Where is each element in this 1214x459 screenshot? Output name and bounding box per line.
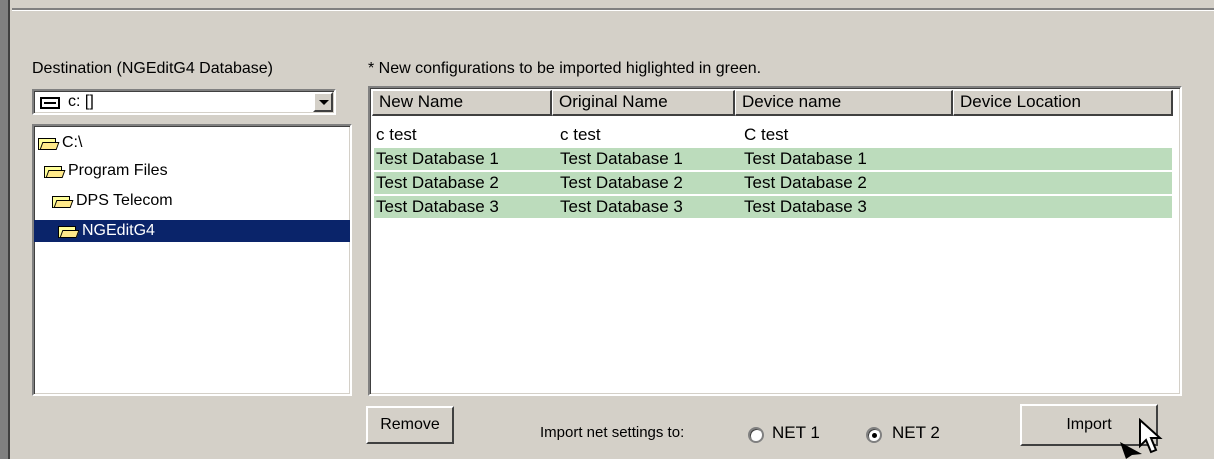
- destination-label: Destination (NGEditG4 Database): [32, 60, 273, 77]
- cell-device-name: Test Database 3: [744, 197, 867, 216]
- table-row[interactable]: Test Database 3 Test Database 3 Test Dat…: [374, 196, 1172, 218]
- chevron-down-icon[interactable]: [313, 92, 333, 112]
- cell-new-name: Test Database 2: [376, 173, 499, 192]
- tree-item-c-drive[interactable]: C:\: [36, 132, 82, 154]
- table-row[interactable]: c test c test C test: [374, 124, 1172, 146]
- column-header-original-name[interactable]: Original Name: [552, 90, 735, 116]
- tree-item-label: Program Files: [68, 162, 168, 179]
- table-row[interactable]: Test Database 2 Test Database 2 Test Dat…: [374, 172, 1172, 194]
- open-folder-icon: [58, 224, 78, 238]
- cell-original-name: Test Database 1: [560, 149, 683, 168]
- drive-combobox[interactable]: c: []: [32, 89, 336, 115]
- folder-tree[interactable]: C:\ Program Files DPS Telecom NGEditG4: [32, 124, 352, 396]
- cell-new-name: Test Database 1: [376, 149, 499, 168]
- cell-original-name: c test: [560, 125, 601, 144]
- open-folder-icon: [52, 194, 72, 208]
- tree-item-label: NGEditG4: [82, 222, 155, 239]
- group-frame-top: [12, 8, 1214, 11]
- open-folder-icon: [38, 136, 58, 150]
- highlight-note: * New configurations to be imported higl…: [368, 60, 762, 77]
- cell-device-name: C test: [744, 125, 789, 144]
- tree-item-ngeditg4[interactable]: NGEditG4: [34, 220, 350, 242]
- table-row[interactable]: Test Database 1 Test Database 1 Test Dat…: [374, 148, 1172, 170]
- cell-device-name: Test Database 1: [744, 149, 867, 168]
- net1-label[interactable]: NET 1: [772, 423, 820, 443]
- net2-radio[interactable]: [866, 427, 882, 443]
- cell-new-name: c test: [376, 125, 417, 144]
- configurations-list[interactable]: New Name Original Name Device name Devic…: [368, 86, 1182, 396]
- cell-new-name: Test Database 3: [376, 197, 499, 216]
- tree-item-program-files[interactable]: Program Files: [42, 160, 168, 182]
- tree-item-dps-telecom[interactable]: DPS Telecom: [50, 190, 173, 212]
- column-header-new-name[interactable]: New Name: [372, 90, 552, 116]
- drive-icon: [40, 97, 60, 109]
- remove-button[interactable]: Remove: [366, 406, 454, 444]
- tree-item-label: DPS Telecom: [76, 192, 173, 209]
- column-header-device-name[interactable]: Device name: [735, 90, 953, 116]
- tree-item-label: C:\: [62, 134, 83, 151]
- net1-radio[interactable]: [748, 427, 764, 443]
- column-header-device-location[interactable]: Device Location: [953, 90, 1173, 116]
- open-folder-icon: [44, 164, 64, 178]
- drive-combobox-value: c: []: [68, 93, 94, 110]
- arrow-pointer-icon: [1120, 442, 1142, 459]
- import-net-settings-label: Import net settings to:: [540, 424, 685, 441]
- cell-original-name: Test Database 2: [560, 173, 683, 192]
- net2-label[interactable]: NET 2: [892, 423, 940, 443]
- cell-original-name: Test Database 3: [560, 197, 683, 216]
- cell-device-name: Test Database 2: [744, 173, 867, 192]
- window-edge: [0, 0, 10, 459]
